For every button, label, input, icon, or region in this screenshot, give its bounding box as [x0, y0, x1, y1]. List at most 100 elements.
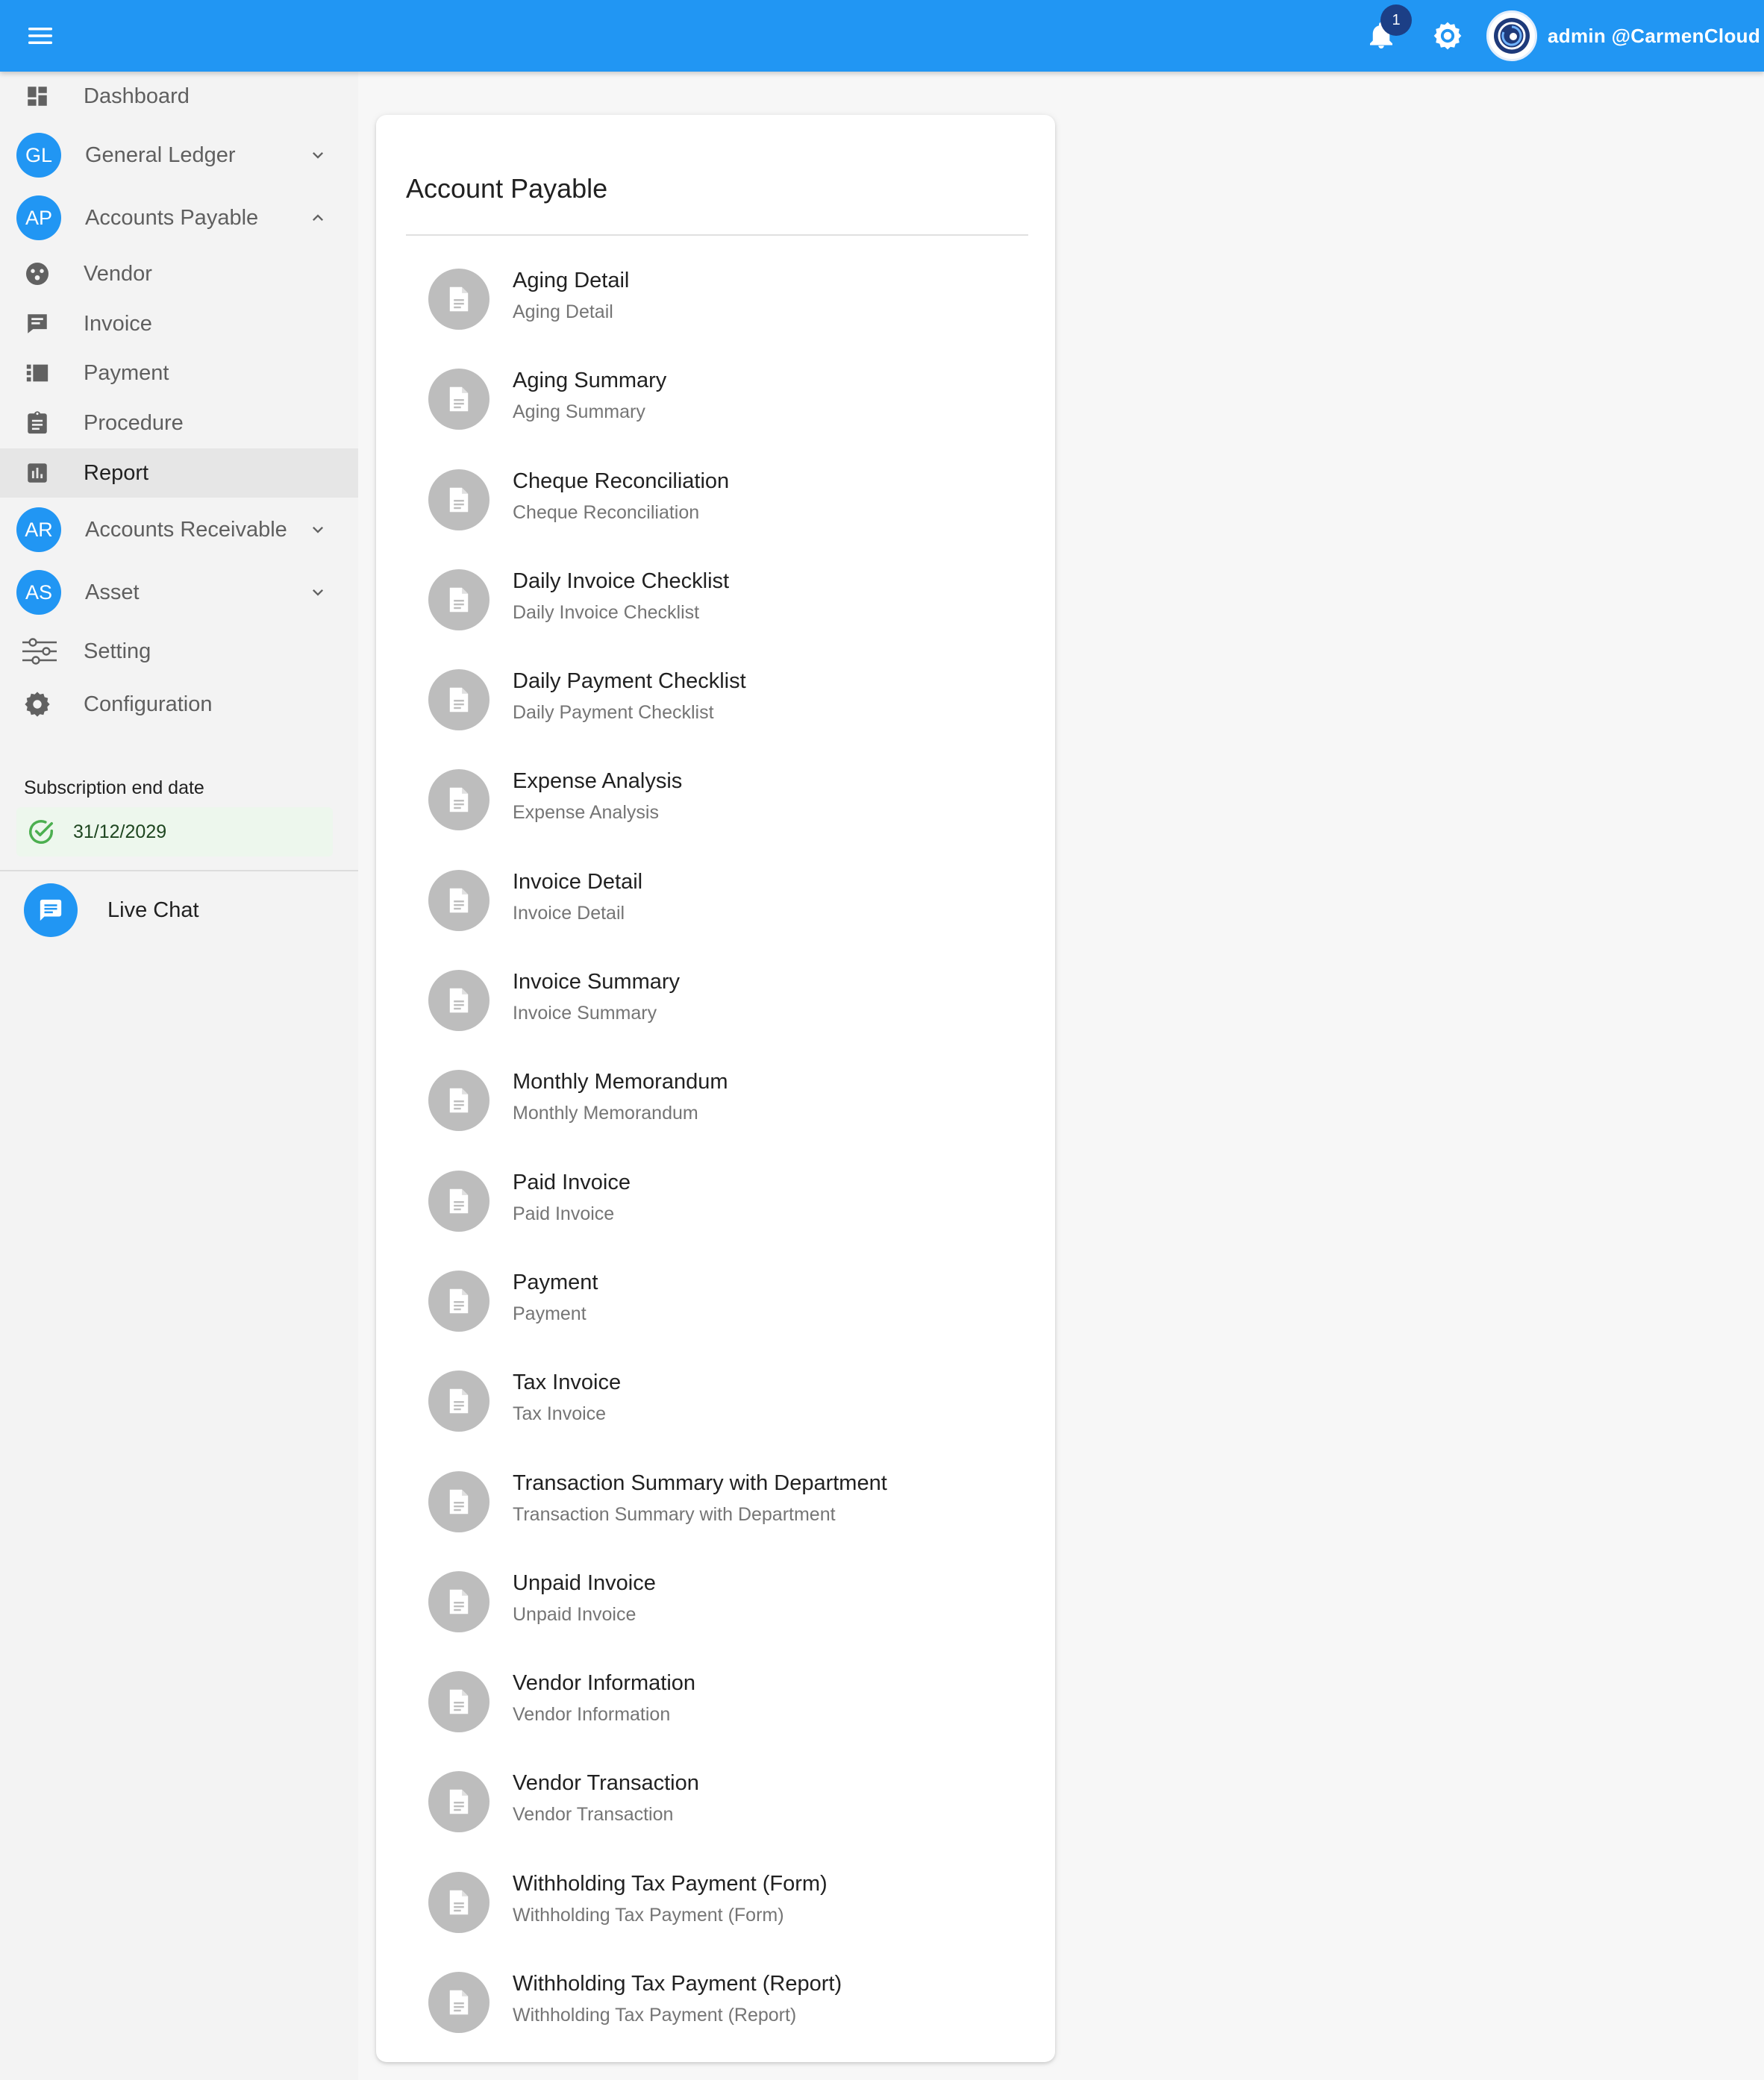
report-subtitle: Vendor Information — [513, 1704, 671, 1726]
report-list-item[interactable]: Invoice Summary Invoice Summary — [376, 961, 1055, 1061]
sidebar-item-label: Procedure — [84, 411, 184, 435]
settings-gear-icon[interactable] — [1428, 16, 1467, 55]
report-title: Transaction Summary with Department — [513, 1470, 887, 1495]
document-icon — [428, 970, 490, 1032]
sidebar-group-accounts-payable[interactable]: AP Accounts Payable — [0, 188, 358, 248]
sidebar-item-vendor[interactable]: Vendor — [0, 249, 358, 298]
payment-icon — [22, 358, 52, 388]
report-title: Withholding Tax Payment (Report) — [513, 1972, 842, 1996]
report-list-item[interactable]: Expense Analysis Expense Analysis — [376, 760, 1055, 860]
report-subtitle: Withholding Tax Payment (Form) — [513, 1904, 784, 1926]
document-icon — [428, 1371, 490, 1432]
report-subtitle: Invoice Detail — [513, 902, 625, 924]
live-chat-label[interactable]: Live Chat — [107, 883, 199, 937]
sidebar-group-asset[interactable]: AS Asset — [0, 563, 358, 622]
notification-count-badge: 1 — [1380, 4, 1412, 36]
group-badge: AP — [16, 195, 61, 240]
sidebar-item-label: Accounts Receivable — [85, 518, 287, 542]
report-list-item[interactable]: Vendor Information Vendor Information — [376, 1662, 1055, 1762]
check-circle-icon — [25, 816, 57, 848]
report-list-item[interactable]: Transaction Summary with Department Tran… — [376, 1462, 1055, 1562]
sidebar-item-dashboard[interactable]: Dashboard — [0, 72, 358, 121]
sidebar-item-label: General Ledger — [85, 143, 236, 167]
chevron-down-icon — [306, 580, 330, 604]
report-list-item[interactable]: Vendor Transaction Vendor Transaction — [376, 1762, 1055, 1862]
clipboard-icon — [22, 408, 52, 438]
chat-icon — [40, 899, 62, 921]
sidebar-item-report[interactable]: Report — [0, 448, 358, 498]
document-icon — [428, 869, 490, 931]
report-card: Account Payable Aging Detail Aging Detai… — [376, 115, 1055, 2062]
report-subtitle: Transaction Summary with Department — [513, 1503, 836, 1525]
report-subtitle: Tax Invoice — [513, 1403, 607, 1425]
report-subtitle: Paid Invoice — [513, 1203, 615, 1224]
report-list-item[interactable]: Invoice Detail Invoice Detail — [376, 861, 1055, 961]
report-subtitle: Aging Summary — [513, 401, 645, 423]
document-icon — [428, 568, 490, 630]
live-chat-button[interactable] — [24, 883, 78, 937]
sidebar: Dashboard GL General Ledger AP Accounts … — [0, 72, 358, 2080]
report-subtitle: Withholding Tax Payment (Report) — [513, 2005, 797, 2026]
report-list-item[interactable]: Tax Invoice Tax Invoice — [376, 1362, 1055, 1462]
report-title: Invoice Summary — [513, 970, 681, 994]
gear-icon — [22, 689, 52, 719]
vendor-icon — [22, 259, 52, 289]
sidebar-item-payment[interactable]: Payment — [0, 348, 358, 398]
document-icon — [428, 1070, 490, 1132]
report-list-item[interactable]: Cheque Reconciliation Cheque Reconciliat… — [376, 460, 1055, 560]
report-subtitle: Daily Payment Checklist — [513, 702, 714, 724]
report-title: Invoice Detail — [513, 869, 643, 894]
report-list-item[interactable]: Withholding Tax Payment (Report) Withhol… — [376, 1963, 1055, 2063]
user-avatar[interactable] — [1486, 10, 1537, 61]
document-icon — [428, 1270, 490, 1332]
document-icon — [428, 369, 490, 430]
report-list-item[interactable]: Paid Invoice Paid Invoice — [376, 1162, 1055, 1262]
chevron-up-icon — [306, 206, 330, 230]
app-bar: 1 admin @CarmenCloud — [0, 0, 1764, 72]
report-subtitle: Expense Analysis — [513, 802, 659, 824]
sidebar-item-label: Configuration — [84, 692, 213, 716]
report-subtitle: Vendor Transaction — [513, 1804, 674, 1826]
report-title: Monthly Memorandum — [513, 1070, 728, 1094]
sidebar-item-label: Invoice — [84, 312, 152, 336]
subscription-date: 31/12/2029 — [73, 821, 167, 842]
document-icon — [428, 1871, 490, 1933]
report-title: Aging Detail — [513, 269, 630, 292]
report-title: Vendor Information — [513, 1671, 696, 1696]
document-icon — [428, 469, 490, 530]
sidebar-item-label: Accounts Payable — [85, 206, 259, 230]
menu-icon[interactable] — [22, 18, 58, 54]
report-list-item[interactable]: Unpaid Invoice Unpaid Invoice — [376, 1562, 1055, 1662]
document-icon — [428, 1972, 490, 2034]
sidebar-group-general-ledger[interactable]: GL General Ledger — [0, 125, 358, 185]
title-divider — [406, 234, 1028, 236]
report-list-item[interactable]: Withholding Tax Payment (Form) Withholdi… — [376, 1863, 1055, 1963]
report-title: Expense Analysis — [513, 769, 683, 794]
sidebar-item-invoice[interactable]: Invoice — [0, 299, 358, 348]
report-subtitle: Daily Invoice Checklist — [513, 601, 700, 623]
chevron-down-icon — [306, 143, 330, 167]
sidebar-item-setting[interactable]: Setting — [0, 627, 358, 676]
report-list-item[interactable]: Aging Detail Aging Detail — [376, 260, 1055, 360]
report-title: Payment — [513, 1270, 598, 1294]
document-icon — [428, 1570, 490, 1632]
sidebar-item-label: Asset — [85, 580, 140, 604]
document-icon — [428, 269, 490, 330]
report-list-item[interactable]: Aging Summary Aging Summary — [376, 360, 1055, 460]
report-title: Unpaid Invoice — [513, 1570, 656, 1595]
sidebar-item-procedure[interactable]: Procedure — [0, 398, 358, 448]
user-name[interactable]: admin @CarmenCloud — [1548, 22, 1760, 49]
sliders-icon — [21, 636, 58, 666]
report-title: Daily Invoice Checklist — [513, 568, 730, 593]
report-list-item[interactable]: Monthly Memorandum Monthly Memorandum — [376, 1061, 1055, 1161]
dashboard-icon — [22, 81, 52, 111]
subscription-status: 31/12/2029 — [16, 807, 333, 856]
report-list-item[interactable]: Daily Payment Checklist Daily Payment Ch… — [376, 660, 1055, 760]
group-badge: AR — [16, 507, 61, 552]
invoice-icon — [22, 309, 52, 339]
report-list-item[interactable]: Payment Payment — [376, 1262, 1055, 1362]
sidebar-group-accounts-receivable[interactable]: AR Accounts Receivable — [0, 500, 358, 560]
report-list-item[interactable]: Daily Invoice Checklist Daily Invoice Ch… — [376, 560, 1055, 660]
sidebar-item-configuration[interactable]: Configuration — [0, 680, 358, 729]
report-title: Withholding Tax Payment (Form) — [513, 1871, 828, 1896]
